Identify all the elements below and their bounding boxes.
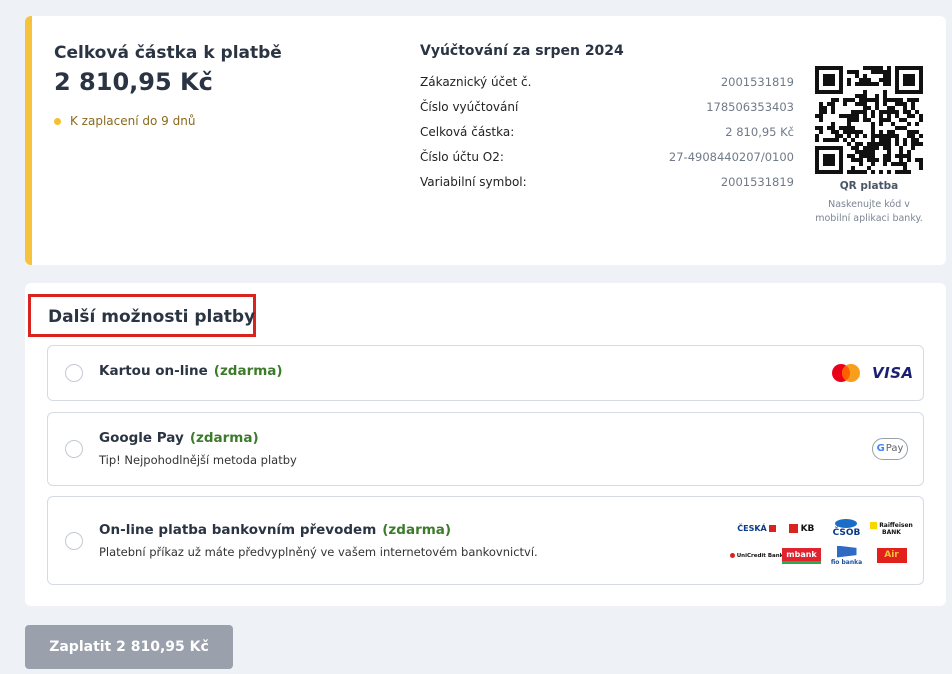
- bank-name: ČESKÁ: [737, 524, 767, 533]
- options-title: Další možnosti platby: [48, 307, 256, 327]
- bank-name: fio banka: [830, 558, 863, 566]
- free-label: (zdarma): [382, 522, 452, 538]
- bill-row-variable-symbol: Variabilní symbol: 2001531819: [420, 173, 794, 198]
- radio-google-pay[interactable]: [65, 440, 83, 458]
- bill-row-label: Číslo účtu O2:: [420, 150, 504, 164]
- payment-options-card: Další možnosti platby Kartou on-line (zda…: [25, 283, 946, 606]
- qr-code-icon: [815, 66, 923, 174]
- due-notice: K zaplacení do 9 dnů: [54, 114, 195, 128]
- bank-name: KB: [800, 523, 815, 534]
- bill-row-label: Celková částka:: [420, 125, 515, 139]
- fio-flag-icon: [836, 545, 857, 558]
- bill-row-value: 27-4908440207/0100: [668, 150, 794, 164]
- uc-mark-icon: [729, 552, 735, 558]
- qr-title: QR platba: [839, 180, 899, 192]
- option-description: Platební příkaz už máte předvyplněný ve …: [99, 545, 538, 559]
- free-label: (zdarma): [213, 363, 283, 379]
- bill-row-value: 178506353403: [706, 100, 794, 114]
- bill-summary-card: Celková částka k platbě 2 810,95 Kč K za…: [25, 16, 946, 265]
- option-title-text: Google Pay: [99, 430, 184, 446]
- bill-row-label: Zákaznický účet č.: [420, 75, 532, 89]
- option-title: Kartou on-line (zdarma): [99, 363, 283, 379]
- option-title: Google Pay (zdarma): [99, 430, 259, 446]
- bank-name-line2: BANK: [882, 528, 901, 536]
- options-title-highlight: Další možnosti platby: [28, 294, 256, 337]
- cs-mark-icon: [768, 525, 776, 532]
- bill-row-total: Celková částka: 2 810,95 Kč: [420, 123, 794, 148]
- payment-option-google-pay[interactable]: Google Pay (zdarma) Tip! Nejpohodlnější m…: [47, 412, 924, 486]
- bill-row-value: 2001531819: [720, 75, 794, 89]
- option-title-text: On-line platba bankovním převodem: [99, 522, 377, 538]
- pay-button[interactable]: Zaplatit 2 810,95 Kč: [25, 625, 233, 669]
- radio-bank-transfer[interactable]: [65, 532, 83, 550]
- rb-mark-icon: [870, 521, 878, 529]
- air-bank-logo: Air: [876, 548, 907, 563]
- raiffeisen-logo: Raiffeisen BANK: [870, 521, 913, 536]
- option-title-text: Kartou on-line: [99, 363, 208, 379]
- qr-modules: [815, 66, 923, 174]
- qr-description: Naskenujte kód v mobilní aplikaci banky.: [815, 199, 923, 224]
- bank-name: ČSOB: [832, 528, 861, 538]
- bank-logos: ČESKÁ KB ČSOB Raiffeisen BANK UniCredit B…: [729, 515, 914, 570]
- google-pay-logo: GPay: [872, 438, 908, 460]
- total-label: Celková částka k platbě: [54, 43, 282, 63]
- csob-logo: ČSOB: [832, 519, 861, 538]
- bill-details: Zákaznický účet č. 2001531819 Číslo vyúč…: [420, 73, 794, 198]
- visa-logo: VISA: [872, 364, 914, 382]
- bill-row-customer-account: Zákaznický účet č. 2001531819: [420, 73, 794, 98]
- free-label: (zdarma): [189, 430, 259, 446]
- mbank-logo: mbank: [782, 547, 821, 564]
- mastercard-icon: [832, 364, 860, 382]
- bill-title: Vyúčtování za srpen 2024: [420, 43, 624, 59]
- unicredit-logo: UniCredit Bank: [729, 552, 784, 559]
- bill-row-invoice-number: Číslo vyúčtování 178506353403: [420, 98, 794, 123]
- bill-row-value: 2 810,95 Kč: [725, 125, 794, 139]
- kb-logo: KB: [788, 523, 815, 534]
- payment-option-bank-transfer[interactable]: On-line platba bankovním převodem (zdarma…: [47, 496, 924, 585]
- option-description: Tip! Nejpohodlnější metoda platby: [99, 453, 297, 467]
- summary-accent-bar: [25, 16, 32, 265]
- option-title: On-line platba bankovním převodem (zdarma…: [99, 522, 451, 538]
- total-amount: 2 810,95 Kč: [54, 68, 213, 96]
- bank-name: Raiffeisen: [879, 521, 913, 529]
- bill-row-value: 2001531819: [720, 175, 794, 189]
- due-dot-icon: [54, 117, 61, 125]
- bill-row-label: Variabilní symbol:: [420, 175, 527, 189]
- bank-name: UniCredit Bank: [736, 552, 784, 559]
- bill-row-o2-account: Číslo účtu O2: 27-4908440207/0100: [420, 148, 794, 173]
- radio-card[interactable]: [65, 364, 83, 382]
- csob-wave-icon: [835, 519, 858, 528]
- due-text: K zaplacení do 9 dnů: [70, 114, 196, 128]
- gpay-text: Pay: [885, 443, 904, 454]
- bank-name: Air: [884, 550, 899, 560]
- fio-logo: fio banka: [830, 545, 863, 566]
- kb-mark-icon: [788, 523, 798, 533]
- ceska-sporitelna-logo: ČESKÁ: [737, 524, 776, 533]
- payment-option-card[interactable]: Kartou on-line (zdarma) VISA: [47, 345, 924, 401]
- bill-row-label: Číslo vyúčtování: [420, 100, 519, 114]
- google-g-icon: G: [876, 443, 885, 454]
- bank-name: mbank: [786, 549, 817, 559]
